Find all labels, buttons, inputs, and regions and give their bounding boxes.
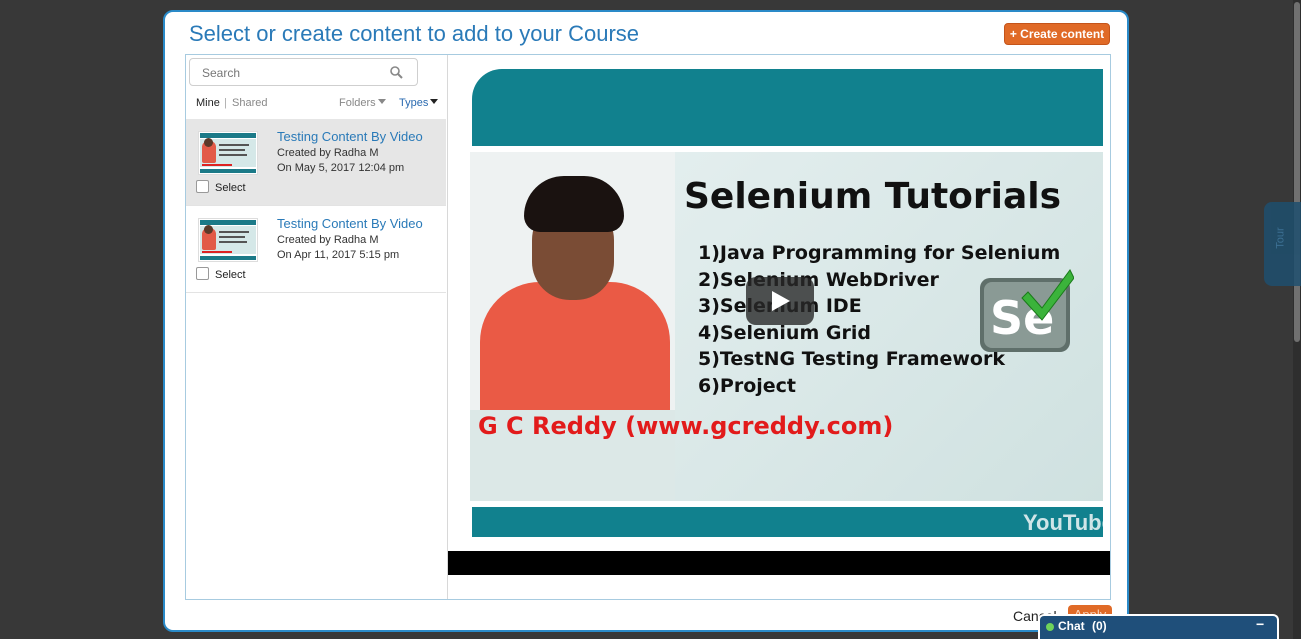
search-icon[interactable] bbox=[389, 65, 403, 79]
minimize-icon[interactable]: − bbox=[1256, 616, 1264, 632]
types-label: Types bbox=[399, 97, 429, 109]
tour-side-tab[interactable]: Tour bbox=[1264, 202, 1301, 286]
select-checkbox[interactable] bbox=[196, 180, 209, 193]
selenium-logo-text: Se bbox=[990, 291, 1054, 345]
content-date: On Apr 11, 2017 5:15 pm bbox=[277, 249, 400, 261]
filter-separator: | bbox=[224, 97, 227, 109]
chat-label: Chat bbox=[1058, 619, 1085, 633]
create-content-button[interactable]: + Create content bbox=[1004, 23, 1110, 45]
tour-tab-label: Tour bbox=[1274, 227, 1287, 249]
content-author: Created by Radha M bbox=[277, 147, 379, 159]
content-list-pane: Mine | Shared Folders Types Testing Cont… bbox=[186, 55, 448, 599]
play-button[interactable] bbox=[746, 277, 814, 325]
video-thumbnail: Selenium Tutorials 1)Java Programming fo… bbox=[470, 152, 1103, 501]
filter-mine[interactable]: Mine bbox=[196, 97, 220, 109]
chat-count: (0) bbox=[1092, 619, 1107, 633]
online-status-icon bbox=[1046, 623, 1054, 631]
content-picker-modal: Select or create content to add to your … bbox=[163, 10, 1129, 632]
video-heading: Selenium Tutorials bbox=[684, 176, 1062, 217]
list-item[interactable]: Testing Content By Video Created by Radh… bbox=[186, 206, 446, 293]
video-player[interactable]: Selenium Tutorials 1)Java Programming fo… bbox=[448, 55, 1110, 551]
chevron-down-icon bbox=[377, 99, 386, 104]
content-preview: Selenium Tutorials 1)Java Programming fo… bbox=[448, 55, 1110, 599]
select-checkbox[interactable] bbox=[196, 267, 209, 280]
select-label[interactable]: Select bbox=[215, 182, 246, 194]
selenium-logo: Se bbox=[980, 269, 1074, 352]
video-banner-top bbox=[472, 69, 1103, 146]
presenter-photo bbox=[470, 152, 675, 410]
content-date: On May 5, 2017 12:04 pm bbox=[277, 162, 405, 174]
filter-shared[interactable]: Shared bbox=[232, 97, 267, 109]
content-title[interactable]: Testing Content By Video bbox=[277, 129, 435, 144]
video-banner-bottom bbox=[472, 507, 1103, 537]
content-title[interactable]: Testing Content By Video bbox=[277, 216, 435, 231]
content-area: Mine | Shared Folders Types Testing Cont… bbox=[185, 54, 1111, 600]
video-topic: 1)Java Programming for Selenium bbox=[698, 242, 1061, 264]
types-dropdown[interactable]: Types bbox=[399, 97, 439, 109]
search-input[interactable] bbox=[200, 64, 384, 82]
folders-label: Folders bbox=[339, 97, 376, 109]
video-credit: G C Reddy (www.gcreddy.com) bbox=[478, 412, 894, 440]
content-thumbnail[interactable] bbox=[198, 131, 258, 175]
content-author: Created by Radha M bbox=[277, 234, 379, 246]
video-controls-bar[interactable] bbox=[448, 551, 1110, 575]
chat-widget[interactable]: Chat (0) − bbox=[1038, 614, 1279, 639]
folders-dropdown[interactable]: Folders bbox=[339, 97, 386, 109]
chevron-down-icon bbox=[430, 99, 439, 104]
search-field[interactable] bbox=[189, 58, 418, 86]
video-topic: 6)Project bbox=[698, 374, 796, 397]
scrollbar-thumb[interactable] bbox=[1294, 2, 1300, 342]
filter-row: Mine | Shared Folders Types bbox=[196, 97, 441, 111]
content-thumbnail[interactable] bbox=[198, 218, 258, 262]
youtube-logo[interactable]: YouTube bbox=[1023, 510, 1110, 536]
list-item[interactable]: Testing Content By Video Created by Radh… bbox=[186, 119, 446, 206]
modal-title: Select or create content to add to your … bbox=[189, 21, 640, 46]
select-label[interactable]: Select bbox=[215, 269, 246, 281]
